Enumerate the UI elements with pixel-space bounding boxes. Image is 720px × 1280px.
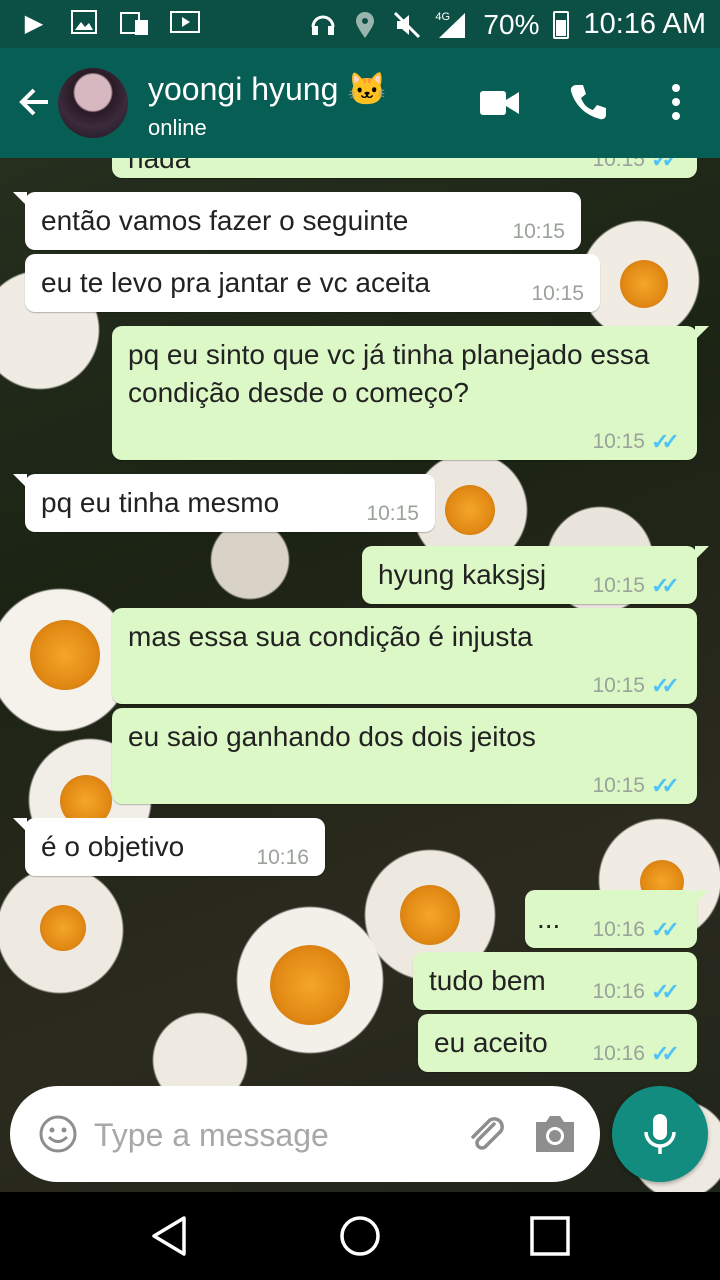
camera-icon[interactable] (532, 1112, 578, 1156)
message-bubble-incoming[interactable]: então vamos fazer o seguinte 10:15 (13, 192, 581, 250)
message-bubble-outgoing[interactable]: pq eu sinto que vc já tinha planejado es… (112, 326, 709, 460)
nav-recents-icon[interactable] (528, 1214, 572, 1258)
message-list[interactable]: nada 10:15 ✓✓ então vamos fazer o seguint… (0, 158, 720, 1084)
message-time: 10:15 (366, 502, 419, 525)
message-time: 10:15 (592, 430, 645, 453)
message-text: pq eu sinto que vc já tinha planejado es… (128, 339, 650, 408)
microphone-button[interactable] (612, 1086, 708, 1182)
emoji-icon[interactable] (38, 1114, 78, 1154)
read-ticks-icon: ✓✓ (651, 979, 680, 1004)
message-input[interactable] (92, 1106, 456, 1164)
message-time: 10:16 (256, 846, 309, 869)
network-type: 4G (435, 10, 451, 23)
message-bubble-outgoing[interactable]: tudo bem 10:16 ✓✓ (413, 952, 697, 1010)
message-text: pq eu tinha mesmo (41, 487, 280, 518)
back-arrow-icon[interactable] (14, 82, 54, 122)
read-ticks-icon: ✓✓ (651, 1041, 680, 1066)
read-ticks-icon: ✓✓ (651, 773, 680, 798)
message-bubble-incoming[interactable]: é o objetivo 10:16 (13, 818, 325, 876)
message-time: 10:16 (592, 980, 645, 1003)
message-bubble-outgoing[interactable]: mas essa sua condição é injusta 10:15 ✓✓ (112, 608, 697, 704)
message-text: eu saio ganhando dos dois jeitos (128, 721, 536, 752)
message-bubble-outgoing[interactable]: eu aceito 10:16 ✓✓ (418, 1014, 697, 1072)
message-text: mas essa sua condição é injusta (128, 621, 533, 652)
message-time: 10:15 (592, 774, 645, 797)
signal-icon: 4G (435, 11, 469, 39)
more-options-icon[interactable] (662, 82, 690, 122)
message-bubble-incoming[interactable]: eu te levo pra jantar e vc aceita 10:15 (25, 254, 600, 312)
nav-home-icon[interactable] (336, 1212, 384, 1260)
compose-bar (10, 1086, 600, 1182)
clock: 10:16 AM (583, 8, 706, 40)
message-bubble-outgoing[interactable]: eu saio ganhando dos dois jeitos 10:15 ✓✓ (112, 708, 697, 804)
message-text: eu te levo pra jantar e vc aceita (41, 267, 431, 298)
message-text: então vamos fazer o seguinte (41, 205, 409, 236)
battery-icon (553, 10, 570, 39)
message-time: 10:16 (592, 1042, 645, 1065)
video-call-icon[interactable] (480, 88, 520, 118)
message-time: 10:15 (592, 158, 645, 171)
message-text: ... (537, 903, 561, 934)
message-time: 10:16 (592, 918, 645, 941)
location-icon (351, 11, 379, 39)
message-time: 10:15 (512, 220, 565, 243)
message-bubble-outgoing[interactable]: nada 10:15 ✓✓ (112, 158, 697, 178)
paperclip-icon[interactable] (464, 1112, 508, 1156)
mute-icon (393, 11, 421, 39)
avatar[interactable] (58, 68, 128, 138)
message-text: é o objetivo (41, 831, 185, 862)
nav-back-icon[interactable] (148, 1214, 192, 1258)
headset-icon (309, 11, 337, 39)
read-ticks-icon: ✓✓ (651, 573, 680, 598)
chat-header: yoongi hyung 🐱 online (0, 48, 720, 158)
message-bubble-outgoing[interactable]: ... 10:16 ✓✓ (525, 890, 709, 948)
message-text: tudo bem (429, 965, 546, 996)
phone-icon[interactable] (568, 82, 608, 122)
system-nav-bar (0, 1192, 720, 1280)
image-icon (70, 10, 98, 38)
message-bubble-outgoing[interactable]: hyung kaksjsj 10:15 ✓✓ (362, 546, 709, 604)
message-bubble-incoming[interactable]: pq eu tinha mesmo 10:15 (13, 474, 435, 532)
battery-percent: 70% (483, 8, 540, 40)
play-icon: ▶ (24, 10, 44, 37)
microphone-icon (644, 1114, 676, 1154)
status-bar: ▶ 4G 70% 10:16 AM (0, 0, 720, 48)
contact-status: online (148, 115, 207, 140)
message-time: 10:15 (592, 574, 645, 597)
message-text: eu aceito (434, 1027, 548, 1058)
message-text: nada (128, 158, 191, 174)
read-ticks-icon: ✓✓ (651, 429, 680, 454)
contact-name[interactable]: yoongi hyung 🐱 (148, 70, 387, 108)
read-ticks-icon: ✓✓ (651, 158, 680, 172)
sim-icon (120, 10, 148, 38)
read-ticks-icon: ✓✓ (651, 673, 680, 698)
message-time: 10:15 (531, 282, 584, 305)
message-time: 10:15 (592, 674, 645, 697)
video-icon (170, 10, 200, 38)
message-text: hyung kaksjsj (378, 559, 547, 590)
read-ticks-icon: ✓✓ (651, 917, 680, 942)
